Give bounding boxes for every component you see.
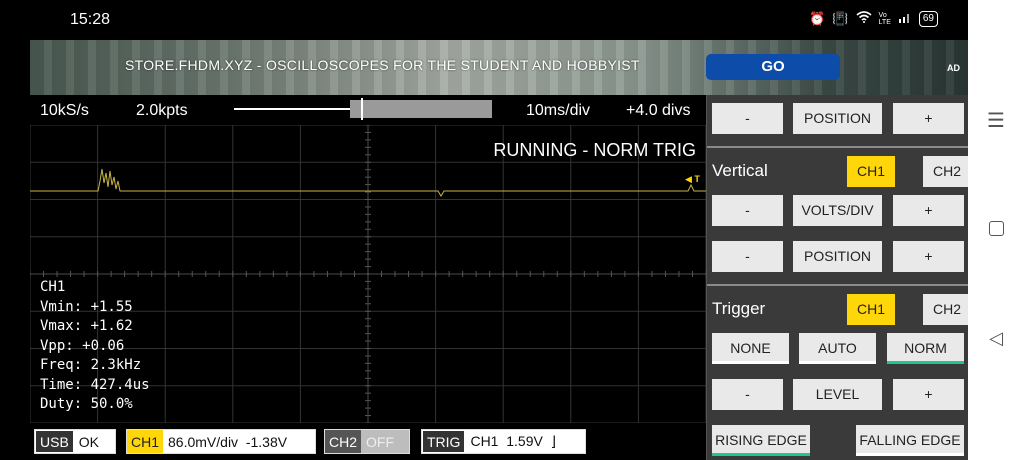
ch1-tag: CH1 xyxy=(127,430,164,453)
alarm-icon: ⏰ xyxy=(809,11,826,26)
clock: 15:28 xyxy=(70,11,111,28)
trigger-status[interactable]: TRIG CH1 1.59V ⌋ xyxy=(421,429,586,454)
volts-div-button[interactable]: VOLTS/DIV xyxy=(793,195,882,226)
divider xyxy=(707,284,969,286)
menu-icon[interactable]: ☰ xyxy=(968,108,1024,133)
ad-go-button[interactable]: GO xyxy=(706,54,840,80)
ch2-status[interactable]: CH2 OFF xyxy=(324,429,410,454)
signal-icon xyxy=(898,11,912,27)
usb-status: USB OK xyxy=(34,429,116,454)
ch1-value: 86.0mV/div -1.38V xyxy=(168,433,288,450)
ad-tag: AD xyxy=(947,63,960,73)
vertical-label: Vertical xyxy=(712,161,768,180)
trigger-auto-button[interactable]: AUTO xyxy=(799,333,876,364)
trigger-ch2-button[interactable]: CH2 xyxy=(923,294,971,325)
measurements-panel: CH1 Vmin: +1.55 Vmax: +1.62 Vpp: +0.06 F… xyxy=(40,278,150,415)
usb-tag: USB xyxy=(35,430,74,453)
measurement-vmin: Vmin: +1.55 xyxy=(40,298,133,315)
wifi-icon xyxy=(856,11,872,27)
volts-div-plus-button[interactable]: + xyxy=(893,195,964,226)
vertical-position-minus-button[interactable]: - xyxy=(712,241,783,272)
run-status: RUNNING - NORM TRIG xyxy=(493,140,696,160)
vertical-ch2-button[interactable]: CH2 xyxy=(923,156,971,187)
app-window: 15:28 ⏰ 📳 Vo LTE 69 STORE.FHDM.XYZ - OSCI… xyxy=(30,0,971,460)
horizontal-position-button[interactable]: POSITION xyxy=(793,103,882,134)
ad-text: STORE.FHDM.XYZ - OSCILLOSCOPES FOR THE S… xyxy=(125,57,640,73)
buffer-slider-window[interactable] xyxy=(350,100,492,118)
horizontal-minus-button[interactable]: - xyxy=(712,103,783,134)
navigation-bar: ☰ ◁ xyxy=(968,0,1024,460)
ch2-tag: CH2 xyxy=(325,430,362,453)
usb-value: OK xyxy=(78,433,100,450)
ad-banner[interactable]: STORE.FHDM.XYZ - OSCILLOSCOPES FOR THE S… xyxy=(30,40,968,95)
trigger-level-plus-button[interactable]: + xyxy=(893,379,964,410)
scope-info-bar: 10kS/s 2.0kpts 10ms/div +4.0 divs xyxy=(30,95,706,125)
scope-screen[interactable]: RUNNING - NORM TRIG ◀ T CH1 Vmin: +1.55 … xyxy=(30,125,706,423)
buffer-slider-handle[interactable] xyxy=(361,98,363,120)
volts-div-minus-button[interactable]: - xyxy=(712,195,783,226)
point-count: 2.0kpts xyxy=(136,102,188,119)
measurement-channel: CH1 xyxy=(40,279,66,295)
measurement-duty: Duty: 50.0% xyxy=(40,396,133,412)
back-icon[interactable]: ◁ xyxy=(968,328,1024,349)
trigger-norm-button[interactable]: NORM xyxy=(887,333,964,364)
volte-icon: Vo LTE xyxy=(878,12,891,26)
bottom-status-bar: USB OK CH1 86.0mV/div -1.38V CH2 OFF TRI… xyxy=(30,423,706,460)
status-bar: 15:28 ⏰ 📳 Vo LTE 69 xyxy=(30,0,968,40)
trigger-none-button[interactable]: NONE xyxy=(712,333,789,364)
trigger-label: Trigger xyxy=(712,299,766,318)
vertical-position-plus-button[interactable]: + xyxy=(893,241,964,272)
control-panel: - POSITION + Vertical CH1 CH2 - VOLTS/DI… xyxy=(706,95,971,460)
horizontal-plus-button[interactable]: + xyxy=(893,103,964,134)
trig-value: CH1 1.59V ⌋ xyxy=(470,433,557,449)
ch1-status[interactable]: CH1 86.0mV/div -1.38V xyxy=(126,429,316,454)
vertical-ch1-button[interactable]: CH1 xyxy=(847,156,895,187)
vibrate-icon: 📳 xyxy=(832,11,849,26)
sample-rate: 10kS/s xyxy=(40,102,89,119)
measurement-vpp: Vpp: +0.06 xyxy=(40,337,125,354)
rising-edge-button[interactable]: RISING EDGE xyxy=(712,425,810,456)
home-icon[interactable] xyxy=(968,221,1024,241)
trigger-level-marker[interactable]: ◀ T xyxy=(685,174,700,185)
measurement-time: Time: 427.4us xyxy=(40,376,150,393)
trigger-level-minus-button[interactable]: - xyxy=(712,379,783,410)
battery-icon: 69 xyxy=(918,11,938,27)
falling-edge-button[interactable]: FALLING EDGE xyxy=(856,425,964,456)
vertical-position-button[interactable]: POSITION xyxy=(793,241,882,272)
trigger-ch1-button[interactable]: CH1 xyxy=(847,294,895,325)
ch2-value: OFF xyxy=(366,433,395,450)
measurement-freq: Freq: 2.3kHz xyxy=(40,357,142,373)
trigger-delay: +4.0 divs xyxy=(626,102,691,119)
trigger-level-button[interactable]: LEVEL xyxy=(793,379,882,410)
measurement-vmax: Vmax: +1.62 xyxy=(40,318,133,334)
divider xyxy=(707,146,969,148)
trig-tag: TRIG xyxy=(422,430,466,453)
time-per-div: 10ms/div xyxy=(526,102,591,119)
status-icons: ⏰ 📳 Vo LTE 69 xyxy=(809,11,938,27)
